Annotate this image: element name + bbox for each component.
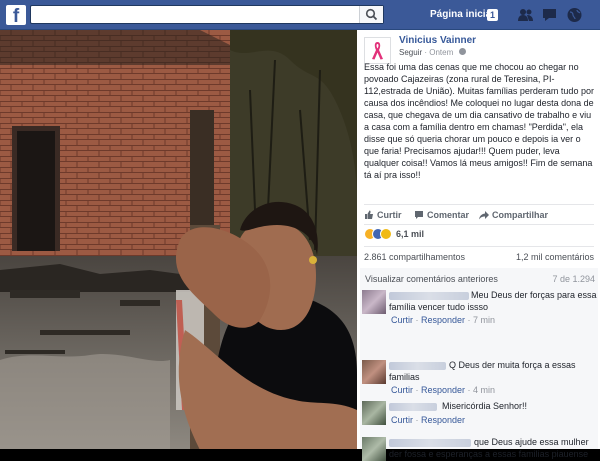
sad-reaction-icon bbox=[380, 228, 392, 240]
comment-text: Meu Deus der forças para essa família ve… bbox=[389, 290, 597, 312]
comment-icon bbox=[415, 211, 423, 219]
dot-separator: · bbox=[465, 385, 474, 395]
search-input[interactable] bbox=[30, 5, 384, 24]
comment-like-link[interactable]: Curtir bbox=[391, 415, 413, 425]
share-label: Compartilhar bbox=[492, 210, 549, 220]
comments-section: Visualizar comentários anteriores 7 de 1… bbox=[360, 268, 598, 461]
shares-count[interactable]: 2.861 compartilhamentos bbox=[364, 252, 465, 262]
divider bbox=[364, 224, 594, 225]
commenter-avatar[interactable] bbox=[362, 290, 386, 314]
comment-reply-link[interactable]: Responder bbox=[421, 385, 465, 395]
public-globe-icon bbox=[458, 48, 466, 55]
commenter-avatar[interactable] bbox=[362, 360, 386, 384]
post-meta: Seguir · Ontem bbox=[399, 48, 466, 57]
search-button[interactable] bbox=[359, 6, 383, 23]
commenter-name[interactable] bbox=[389, 403, 437, 411]
top-navigation-bar: f Página inicial 1 bbox=[0, 0, 600, 30]
author-name[interactable]: Vinicius Vainner bbox=[399, 35, 476, 46]
comment-text: Q Deus der muita força a essas familias bbox=[389, 360, 576, 382]
burned-house-photo bbox=[0, 30, 357, 449]
like-button[interactable]: Curtir bbox=[364, 210, 402, 220]
comment-actions: Curtir · Responder bbox=[391, 415, 465, 425]
facebook-logo-icon[interactable]: f bbox=[6, 5, 26, 25]
comment-label: Comentar bbox=[427, 210, 470, 220]
comment-item: Meu Deus der forças para essa família ve… bbox=[362, 290, 598, 328]
comment-time[interactable]: 7 min bbox=[473, 315, 495, 325]
post-photo[interactable] bbox=[0, 30, 357, 449]
comment-text: Misericórdia Senhor!! bbox=[442, 401, 528, 411]
comment-actions: Curtir · Responder · 4 min bbox=[391, 385, 495, 395]
comment-item: Q Deus der muita força a essas familias … bbox=[362, 360, 598, 398]
share-arrow-icon bbox=[479, 211, 489, 220]
commenter-avatar[interactable] bbox=[362, 437, 386, 461]
comment-reply-link[interactable]: Responder bbox=[421, 315, 465, 325]
notification-badge: 1 bbox=[487, 9, 498, 21]
dot-separator: · bbox=[413, 415, 421, 425]
comment-reply-link[interactable]: Responder bbox=[421, 415, 465, 425]
view-previous-comments-link[interactable]: Visualizar comentários anteriores bbox=[365, 274, 498, 284]
share-button[interactable]: Compartilhar bbox=[479, 210, 548, 220]
comment-item: Misericórdia Senhor!! Curtir · Responder bbox=[362, 401, 598, 431]
pink-ribbon-icon bbox=[372, 42, 383, 60]
post-text: Essa foi uma das cenas que me chocou ao … bbox=[364, 62, 594, 180]
post-actions: Curtir Comentar Compartilhar bbox=[364, 209, 594, 223]
comment-actions: Curtir · Responder · 7 min bbox=[391, 315, 495, 325]
globe-icon[interactable] bbox=[566, 7, 583, 23]
commenter-avatar[interactable] bbox=[362, 401, 386, 425]
divider bbox=[364, 246, 594, 247]
friends-icon[interactable] bbox=[517, 7, 534, 23]
post-time[interactable]: Ontem bbox=[429, 48, 453, 57]
dot-separator: · bbox=[413, 385, 421, 395]
author-avatar[interactable] bbox=[364, 37, 391, 64]
dot-separator: · bbox=[465, 315, 474, 325]
comment-button[interactable]: Comentar bbox=[414, 210, 469, 220]
thumbs-up-icon bbox=[365, 210, 373, 219]
comments-page-count: 7 de 1.294 bbox=[552, 274, 595, 284]
home-link[interactable]: Página inicial bbox=[430, 9, 494, 20]
comment-like-link[interactable]: Curtir bbox=[391, 315, 413, 325]
comment-like-link[interactable]: Curtir bbox=[391, 385, 413, 395]
comment-text: que Deus ajude essa mulher der fossa e e… bbox=[389, 437, 589, 459]
messages-icon[interactable] bbox=[541, 7, 558, 23]
like-label: Curtir bbox=[377, 210, 402, 220]
comment-time[interactable]: 4 min bbox=[473, 385, 495, 395]
reaction-count: 6,1 mil bbox=[396, 229, 425, 239]
search-icon bbox=[365, 8, 378, 21]
dot-separator: · bbox=[413, 315, 421, 325]
divider bbox=[364, 204, 594, 205]
post-counts: 2.861 compartilhamentos 1,2 mil comentár… bbox=[364, 252, 594, 262]
post-panel: Vinicius Vainner Seguir · Ontem Essa foi… bbox=[357, 30, 600, 461]
follow-link[interactable]: Seguir bbox=[399, 48, 422, 57]
comments-count[interactable]: 1,2 mil comentários bbox=[516, 252, 594, 262]
